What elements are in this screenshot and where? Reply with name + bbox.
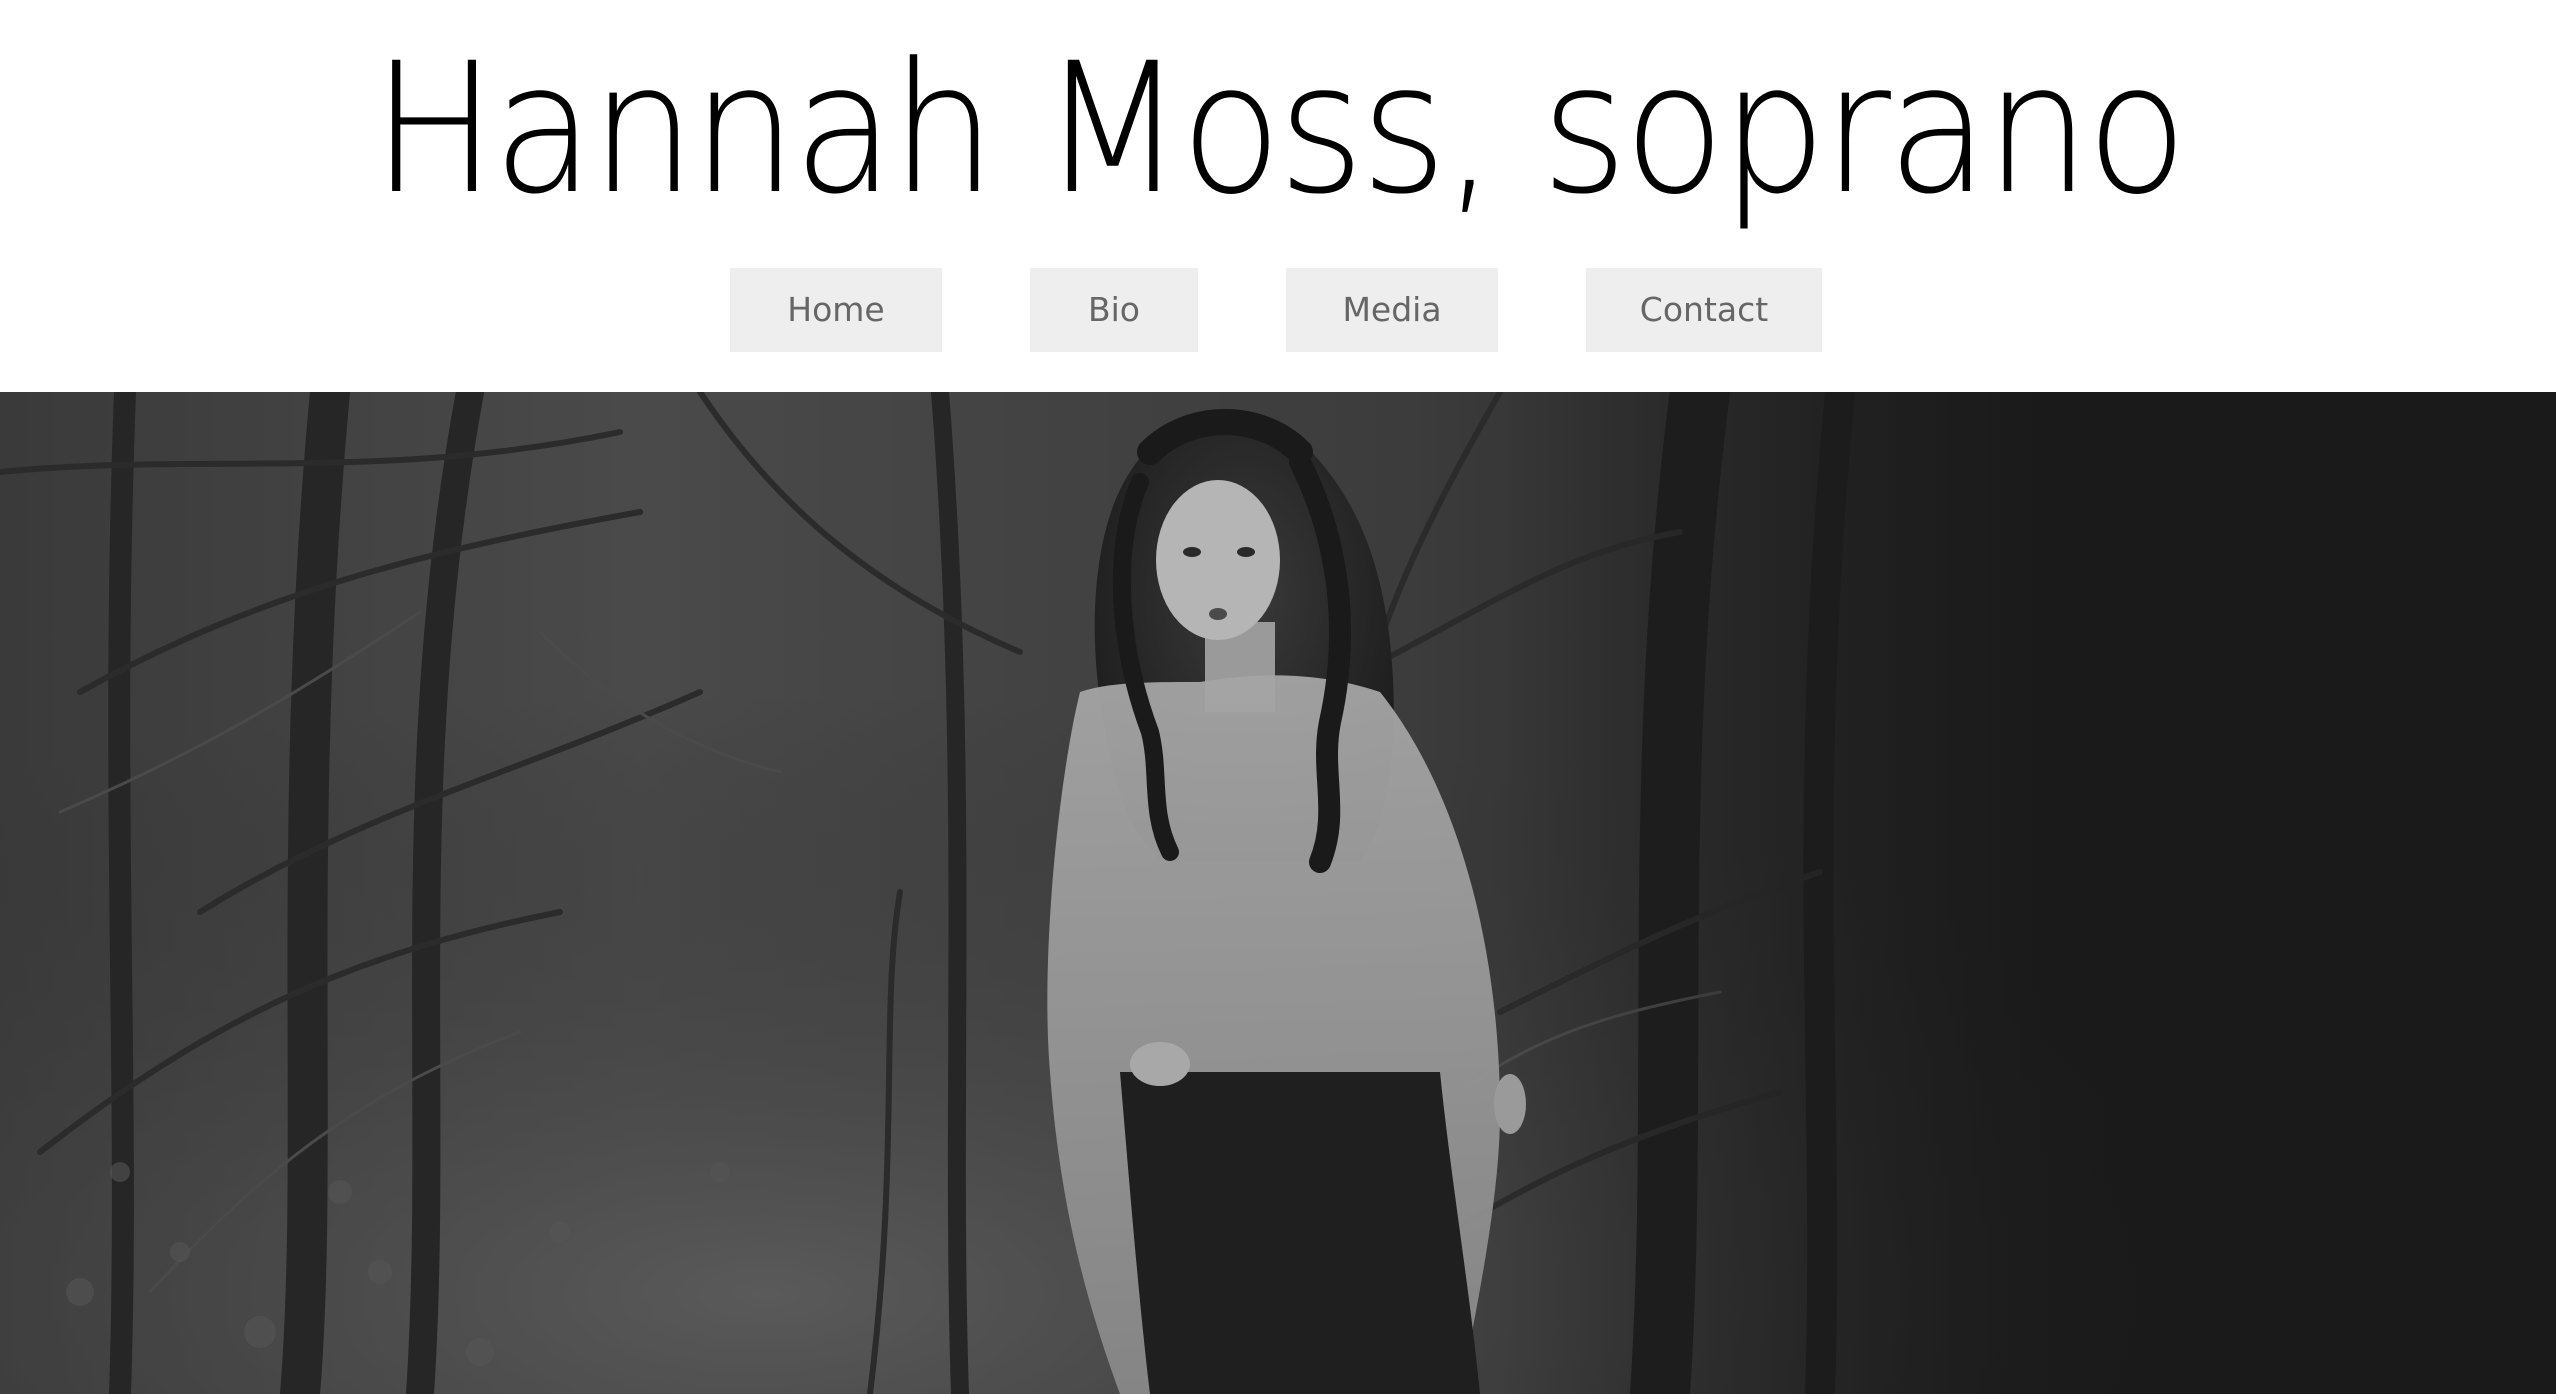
nav-media-button[interactable]: Media (1286, 268, 1498, 352)
hero-photo-art (0, 392, 2556, 1394)
nav-bio-button[interactable]: Bio (1030, 268, 1198, 352)
site-title: Hannah Moss, soprano (372, 25, 2188, 234)
hero-photo (0, 392, 2556, 1394)
nav-contact-button[interactable]: Contact (1586, 268, 1822, 352)
nav-home-button[interactable]: Home (730, 268, 942, 352)
main-nav: Home Bio Media Contact (0, 268, 2556, 352)
page: Hannah Moss, soprano Home Bio Media Cont… (0, 0, 2556, 1394)
